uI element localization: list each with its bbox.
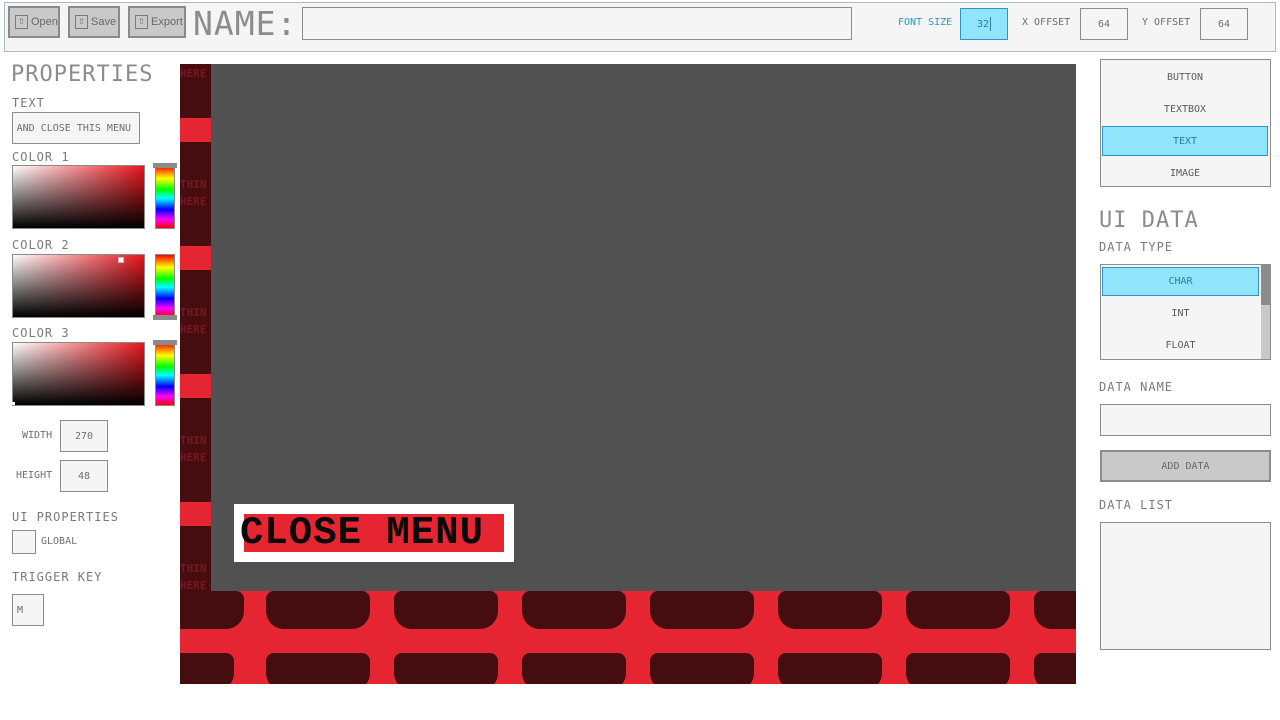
color2-hue-handle[interactable] <box>153 315 177 320</box>
export-button-label: Export <box>151 16 183 28</box>
export-button[interactable]: ⇧ Export <box>128 6 186 38</box>
color3-hue-bar[interactable] <box>155 342 175 406</box>
y-offset-input[interactable]: 64 <box>1200 8 1248 40</box>
file-icon: ⇧ <box>15 15 28 29</box>
color3-hue-handle[interactable] <box>153 340 177 345</box>
background-pattern <box>180 591 1076 684</box>
data-type-char[interactable]: CHAR <box>1102 267 1259 296</box>
color3-selector-handle[interactable] <box>12 402 15 405</box>
name-input[interactable] <box>302 7 852 40</box>
background-stripe <box>180 246 211 270</box>
background-text: THIN HERE <box>180 434 207 464</box>
height-label: HEIGHT <box>16 470 53 481</box>
text-cursor <box>990 17 992 31</box>
element-type-button[interactable]: BUTTON <box>1102 62 1268 92</box>
global-checkbox[interactable] <box>12 530 36 554</box>
data-type-scroll-thumb[interactable] <box>1261 265 1270 305</box>
color1-hue-bar[interactable] <box>155 165 175 229</box>
color3-picker[interactable] <box>12 342 145 406</box>
element-type-image[interactable]: IMAGE <box>1102 158 1268 188</box>
open-button[interactable]: ⇧ Open <box>8 6 60 38</box>
save-button[interactable]: ⇧ Save <box>68 6 120 38</box>
global-label: GLOBAL <box>41 536 78 547</box>
x-offset-label: X OFFSET <box>1022 17 1071 28</box>
color3-label: COLOR 3 <box>12 326 70 340</box>
data-name-input[interactable] <box>1100 404 1271 436</box>
text-input[interactable]: AND CLOSE THIS MENU <box>12 112 140 144</box>
ui-properties-label: UI PROPERTIES <box>12 510 119 524</box>
data-list[interactable] <box>1100 522 1271 650</box>
file-icon: ⇧ <box>135 15 148 29</box>
color2-picker[interactable] <box>12 254 145 318</box>
y-offset-label: Y OFFSET <box>1142 17 1191 28</box>
properties-title: PROPERTIES <box>11 62 154 87</box>
background-text: THIN HERE <box>180 178 207 208</box>
color2-hue-bar[interactable] <box>155 254 175 318</box>
design-canvas[interactable]: HERE THIN HERE THIN HERE THIN HERE THIN HERE… <box>180 64 1076 684</box>
color1-picker[interactable] <box>12 165 145 229</box>
background-stripe <box>180 374 211 398</box>
open-button-label: Open <box>31 16 58 28</box>
color1-hue-handle[interactable] <box>153 163 177 168</box>
height-input[interactable]: 48 <box>60 460 108 492</box>
data-name-label: DATA NAME <box>1099 380 1174 394</box>
font-size-label: FONT SIZE <box>898 17 953 28</box>
close-menu-element[interactable]: CLOSE MENU <box>234 504 514 562</box>
save-button-label: Save <box>91 16 117 28</box>
x-offset-input[interactable]: 64 <box>1080 8 1128 40</box>
font-size-input[interactable]: 32 <box>960 8 1008 40</box>
width-input[interactable]: 270 <box>60 420 108 452</box>
background-stripe <box>180 502 211 526</box>
background-stripe <box>180 118 211 142</box>
color1-label: COLOR 1 <box>12 150 70 164</box>
font-size-value: 32 <box>976 18 990 30</box>
close-menu-label: CLOSE MENU <box>240 511 485 555</box>
background-text: THIN HERE <box>180 306 207 336</box>
data-list-label: DATA LIST <box>1099 498 1174 512</box>
element-type-text[interactable]: TEXT <box>1102 126 1268 156</box>
element-type-textbox[interactable]: TEXTBOX <box>1102 94 1268 124</box>
text-label: TEXT <box>12 96 45 110</box>
data-type-float[interactable]: FLOAT <box>1102 331 1259 360</box>
data-type-label: DATA TYPE <box>1099 240 1174 254</box>
color2-selector-handle[interactable] <box>118 257 124 263</box>
ui-data-title: UI DATA <box>1099 208 1199 233</box>
background-text: HERE <box>180 67 207 80</box>
trigger-key-input[interactable]: M <box>12 594 44 626</box>
name-label: NAME: <box>193 4 298 43</box>
data-type-int[interactable]: INT <box>1102 299 1259 328</box>
width-label: WIDTH <box>22 430 53 441</box>
add-data-button[interactable]: ADD DATA <box>1100 450 1271 482</box>
trigger-key-label: TRIGGER KEY <box>12 570 103 584</box>
file-icon: ⇧ <box>75 15 88 29</box>
background-text: THIN HERE <box>180 562 207 592</box>
color2-label: COLOR 2 <box>12 238 70 252</box>
